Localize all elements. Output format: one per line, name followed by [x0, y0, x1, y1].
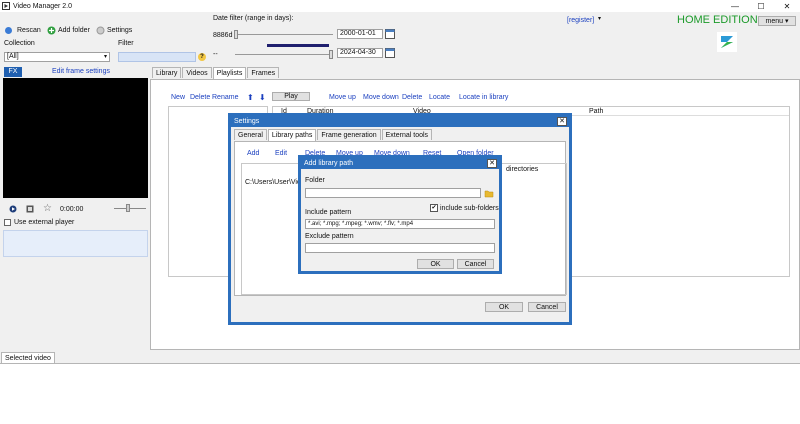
- settings-label: Settings: [107, 27, 133, 34]
- close-button[interactable]: ✕: [774, 0, 800, 12]
- end-date-prefix: --: [213, 51, 218, 58]
- new-playlist-link[interactable]: New: [171, 94, 185, 101]
- tab-frames[interactable]: Frames: [247, 67, 280, 78]
- include-subfolders-checkbox[interactable]: ✔: [430, 204, 438, 212]
- exclude-pattern-input[interactable]: [305, 243, 495, 253]
- add-path-cancel-button[interactable]: Cancel: [457, 259, 494, 269]
- column-path[interactable]: Path: [589, 108, 603, 115]
- register-link[interactable]: [register]: [567, 17, 594, 24]
- add-path-title: Add library path: [304, 160, 354, 167]
- play-icon[interactable]: [9, 205, 17, 213]
- start-date-input[interactable]: 2000-01-01: [337, 29, 383, 39]
- use-external-player-checkbox[interactable]: [4, 219, 11, 226]
- player-info-panel: [3, 230, 148, 257]
- arrow-down-icon[interactable]: ⬇: [259, 93, 266, 102]
- tab-general[interactable]: General: [234, 129, 267, 140]
- folder-label: Folder: [305, 177, 325, 184]
- start-date-slider-thumb[interactable]: [234, 30, 238, 39]
- move-up-link[interactable]: Move up: [329, 94, 356, 101]
- screenshot-icon[interactable]: [26, 205, 34, 213]
- column-directories[interactable]: directories: [506, 166, 538, 173]
- add-folder-button[interactable]: Add folder: [47, 25, 90, 36]
- tab-library[interactable]: Library: [152, 67, 182, 78]
- include-subfolders-label: include sub-folders: [440, 205, 499, 212]
- volume-slider-thumb[interactable]: [126, 204, 130, 212]
- rescan-label: Rescan: [17, 27, 41, 34]
- selected-video-panel: [0, 363, 800, 424]
- add-path-title-bar: Add library path ✕: [301, 158, 499, 169]
- include-pattern-input[interactable]: *.avi; *.mpg; *.mpeg; *.wmv; *.flv; *.mp…: [305, 219, 495, 229]
- tab-frame-generation[interactable]: Frame generation: [317, 129, 381, 140]
- settings-ok-button[interactable]: OK: [485, 302, 523, 312]
- fx-button[interactable]: FX: [4, 67, 22, 77]
- collection-value: [All]: [7, 53, 19, 60]
- locate-link[interactable]: Locate: [429, 94, 450, 101]
- minimize-button[interactable]: —: [722, 0, 748, 12]
- edit-frame-settings-link[interactable]: Edit frame settings: [52, 68, 110, 75]
- add-path-link[interactable]: Add: [247, 150, 259, 157]
- maximize-button[interactable]: ☐: [748, 0, 774, 12]
- main-tab-bar: Library Videos Playlists Frames: [152, 67, 280, 79]
- title-bar: Video Manager 2.0 — ☐ ✕: [0, 0, 800, 12]
- tab-videos[interactable]: Videos: [182, 67, 212, 78]
- delete-item-link[interactable]: Delete: [402, 94, 422, 101]
- video-preview[interactable]: [3, 78, 148, 198]
- rescan-button[interactable]: Rescan: [4, 25, 41, 36]
- add-icon: [47, 26, 56, 35]
- end-date-input[interactable]: 2024-04-30: [337, 48, 383, 58]
- settings-button[interactable]: Settings: [96, 25, 132, 36]
- gear-icon: [96, 26, 105, 35]
- play-button[interactable]: Play: [272, 92, 310, 101]
- rescan-icon: [4, 26, 13, 35]
- settings-tab-bar: General Library paths Frame generation E…: [234, 129, 433, 141]
- chevron-down-icon: ▾: [103, 54, 107, 60]
- tab-playlists[interactable]: Playlists: [212, 67, 247, 79]
- date-range-bar: [267, 44, 329, 47]
- locate-in-library-link[interactable]: Locate in library: [459, 94, 508, 101]
- include-pattern-label: Include pattern: [305, 209, 352, 216]
- tab-external-tools[interactable]: External tools: [381, 129, 433, 140]
- settings-cancel-button[interactable]: Cancel: [528, 302, 566, 312]
- end-date-slider[interactable]: [235, 54, 333, 55]
- star-icon[interactable]: ☆: [43, 203, 52, 214]
- collection-select[interactable]: [All] ▾: [4, 52, 110, 62]
- edit-path-link[interactable]: Edit: [275, 150, 287, 157]
- start-date-slider[interactable]: [235, 34, 333, 35]
- date-filter-label: Date filter (range in days):: [213, 15, 294, 22]
- folder-icon[interactable]: [484, 188, 494, 198]
- calendar-icon[interactable]: [385, 29, 395, 39]
- date-filter-days: 8886d: [213, 32, 233, 39]
- filter-input[interactable]: [118, 52, 196, 62]
- app-logo: [717, 32, 737, 52]
- folder-input[interactable]: [305, 188, 481, 198]
- rename-playlist-link[interactable]: Rename: [212, 94, 238, 101]
- settings-title-bar: Settings ✕: [231, 116, 569, 127]
- window-title: Video Manager 2.0: [13, 2, 73, 10]
- add-folder-label: Add folder: [58, 27, 90, 34]
- edition-label: HOME EDITION: [677, 14, 758, 26]
- filter-label: Filter: [118, 40, 134, 47]
- chevron-down-icon[interactable]: ▾: [598, 15, 601, 22]
- collection-label: Collection: [4, 40, 35, 47]
- playback-time: 0:00:00: [60, 206, 84, 213]
- add-path-ok-button[interactable]: OK: [417, 259, 454, 269]
- move-down-link[interactable]: Move down: [363, 94, 399, 101]
- settings-title: Settings: [234, 118, 260, 125]
- add-library-path-dialog: Add library path ✕ Folder ✔ include sub-…: [298, 155, 502, 274]
- menu-button[interactable]: menu ▾: [758, 16, 796, 26]
- close-icon[interactable]: ✕: [487, 159, 497, 168]
- exclude-pattern-label: Exclude pattern: [305, 233, 354, 240]
- volume-slider[interactable]: [114, 208, 146, 209]
- close-icon[interactable]: ✕: [557, 117, 567, 126]
- help-icon[interactable]: ?: [198, 53, 206, 61]
- tab-library-paths[interactable]: Library paths: [267, 129, 317, 141]
- app-icon: [2, 2, 10, 10]
- end-date-slider-thumb[interactable]: [329, 50, 333, 59]
- use-external-player-label: Use external player: [14, 219, 75, 226]
- delete-playlist-link[interactable]: Delete: [190, 94, 210, 101]
- calendar-icon[interactable]: [385, 48, 395, 58]
- arrow-up-icon[interactable]: ⬆: [247, 93, 254, 102]
